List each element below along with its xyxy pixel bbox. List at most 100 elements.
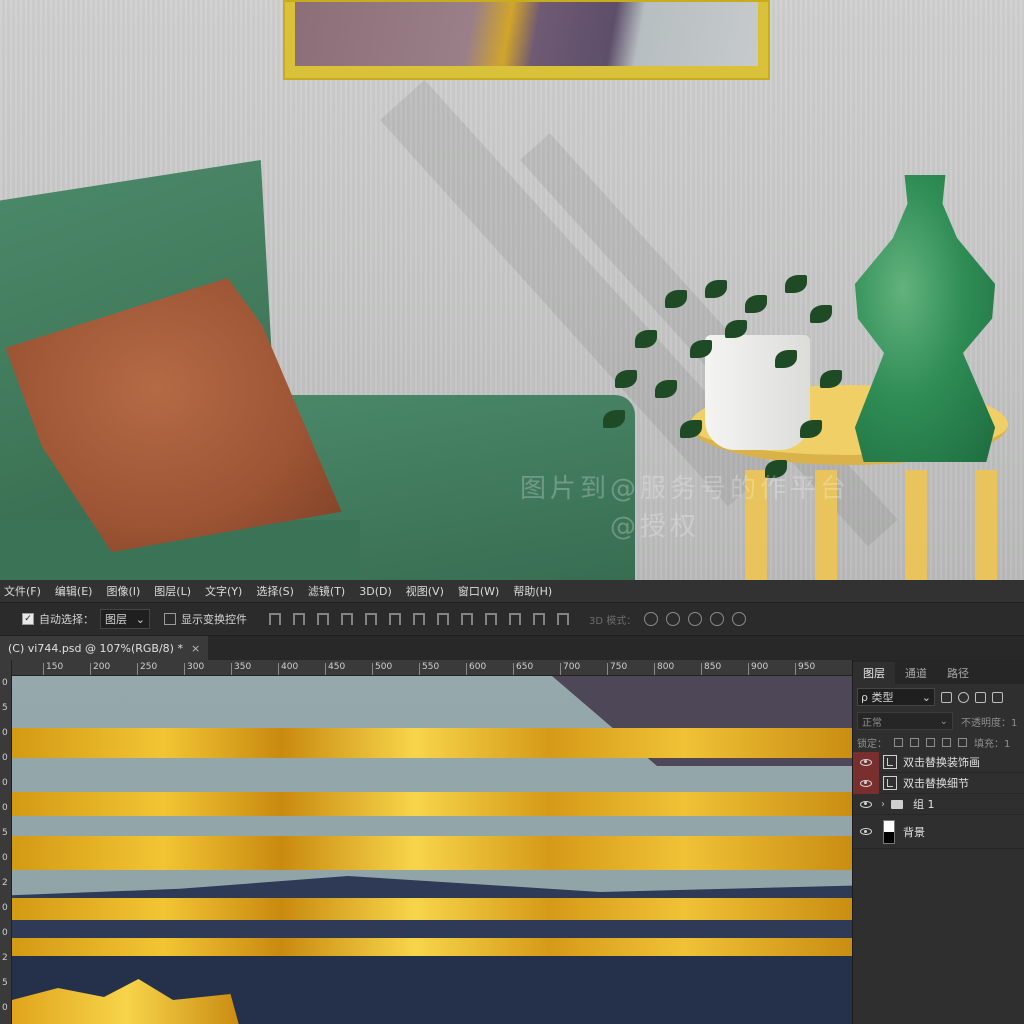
ruler-tick: [560, 663, 561, 675]
layer-row[interactable]: › 组 1: [853, 794, 1024, 815]
align-hcenter-icon[interactable]: [365, 613, 377, 625]
ruler-label: 250: [140, 662, 158, 672]
blend-row: 正常 ⌄ 不透明度：1: [853, 710, 1024, 732]
ruler-label: 600: [469, 662, 487, 672]
lock-image-icon[interactable]: [910, 737, 919, 747]
ruler-label: 850: [704, 662, 722, 672]
chevron-down-icon: ⌄: [135, 612, 145, 626]
ruler-label: 350: [234, 662, 252, 672]
menu-image[interactable]: 图像(I): [106, 583, 140, 599]
document-tab[interactable]: (C) vi744.psd @ 107%(RGB/8) * ×: [0, 636, 209, 660]
lock-artboard-icon[interactable]: [942, 737, 951, 747]
layers-panel: 图层 通道 路径 ρ 类型 ⌄ 正常 ⌄ 不透明度：1 锁定： 填充：1 双击替…: [852, 660, 1024, 1024]
show-transform-checkbox[interactable]: [164, 613, 176, 625]
layer-name: 双击替换装饰画: [903, 756, 980, 769]
ruler-tick: [43, 663, 44, 675]
ruler-label: 300: [187, 662, 205, 672]
document-canvas[interactable]: [12, 676, 852, 1024]
scale-3d-icon[interactable]: [732, 612, 747, 626]
lock-position-icon[interactable]: [926, 737, 935, 747]
auto-select-label: 自动选择：: [39, 613, 94, 626]
distribute-bottom-icon[interactable]: [461, 613, 473, 625]
lock-row: 锁定： 填充：1: [853, 732, 1024, 752]
menu-file[interactable]: 文件(F): [4, 583, 41, 599]
lock-transparency-icon[interactable]: [894, 737, 903, 747]
vertical-ruler[interactable]: 0 5 0 0 0 0 5 0 2 0 0 2 5 0: [0, 660, 12, 1024]
auto-select-checkbox[interactable]: ✓: [22, 613, 34, 625]
align-left-icon[interactable]: [341, 613, 353, 625]
watermark-line: 图片到@服务号的作平台: [520, 474, 851, 504]
layer-name: 背景: [903, 825, 925, 839]
horizontal-ruler[interactable]: 150 200 250 300 350 400 450 500 550 600 650 700 750 8…: [12, 660, 852, 676]
ruler-label: 0: [2, 928, 8, 938]
adjustment-filter-icon[interactable]: [958, 691, 969, 703]
fill-label[interactable]: 填充：1: [974, 735, 1010, 750]
chevron-down-icon: ⌄: [921, 690, 931, 704]
chevron-right-icon[interactable]: ›: [881, 799, 885, 810]
auto-select-value: 图层: [105, 613, 127, 626]
ruler-tick: [466, 663, 467, 675]
pan-3d-icon[interactable]: [688, 612, 703, 626]
roll-3d-icon[interactable]: [666, 612, 681, 626]
picture-frame: [283, 0, 770, 80]
layer-filter-dropdown[interactable]: ρ 类型 ⌄: [857, 688, 935, 706]
ruler-label: 200: [93, 662, 111, 672]
tab-paths[interactable]: 路径: [937, 662, 979, 684]
layer-row[interactable]: 双击替换装饰画: [853, 751, 1024, 773]
align-vcenter-icon[interactable]: [293, 613, 305, 625]
menu-3d[interactable]: 3D(D): [359, 585, 392, 598]
menu-type[interactable]: 文字(Y): [205, 583, 242, 599]
close-icon[interactable]: ×: [191, 642, 200, 655]
orbit-3d-icon[interactable]: [644, 612, 659, 626]
blend-mode-dropdown[interactable]: 正常 ⌄: [857, 712, 953, 730]
distribute-vcenter-icon[interactable]: [437, 613, 449, 625]
distribute-top-icon[interactable]: [413, 613, 425, 625]
tab-layers[interactable]: 图层: [853, 662, 895, 684]
ruler-label: 700: [563, 662, 581, 672]
menu-edit[interactable]: 编辑(E): [55, 583, 93, 599]
ruler-label: 0: [2, 678, 8, 688]
distribute-right-icon[interactable]: [533, 613, 545, 625]
ruler-tick: [231, 663, 232, 675]
lock-label: 锁定：: [857, 738, 887, 750]
menu-window[interactable]: 窗口(W): [458, 583, 499, 599]
menu-help[interactable]: 帮助(H): [513, 583, 552, 599]
ruler-label: 5: [2, 978, 8, 988]
menu-view[interactable]: 视图(V): [406, 583, 444, 599]
visibility-toggle[interactable]: [853, 821, 879, 842]
eye-icon: [860, 828, 872, 835]
ruler-label: 900: [751, 662, 769, 672]
type-filter-icon[interactable]: [975, 691, 986, 703]
align-tools: [269, 613, 569, 625]
ruler-label: 750: [610, 662, 628, 672]
opacity-label[interactable]: 不透明度：1: [961, 714, 1017, 729]
slide-3d-icon[interactable]: [710, 612, 725, 626]
distribute-hcenter-icon[interactable]: [509, 613, 521, 625]
layer-name: 双击替换细节: [903, 777, 969, 790]
tab-channels[interactable]: 通道: [895, 662, 937, 684]
auto-select-dropdown[interactable]: 图层 ⌄: [100, 609, 150, 629]
ruler-label: 500: [375, 662, 393, 672]
ruler-tick: [90, 663, 91, 675]
menu-layer[interactable]: 图层(L): [154, 583, 191, 599]
layer-row[interactable]: 背景: [853, 815, 1024, 849]
layer-row[interactable]: 双击替换细节: [853, 772, 1024, 794]
ruler-label: 0: [2, 778, 8, 788]
align-right-icon[interactable]: [389, 613, 401, 625]
ruler-label: 0: [2, 753, 8, 763]
menu-select[interactable]: 选择(S): [256, 583, 294, 599]
menu-filter[interactable]: 滤镜(T): [308, 583, 345, 599]
visibility-toggle[interactable]: [853, 772, 879, 794]
lock-all-icon[interactable]: [958, 737, 967, 747]
image-filter-icon[interactable]: [941, 691, 952, 703]
mockup-preview: 图片到@服务号的作平台 @授权: [0, 0, 1024, 580]
align-top-icon[interactable]: [269, 613, 281, 625]
auto-align-icon[interactable]: [557, 613, 569, 625]
align-bottom-icon[interactable]: [317, 613, 329, 625]
shape-filter-icon[interactable]: [992, 691, 1003, 703]
distribute-left-icon[interactable]: [485, 613, 497, 625]
visibility-toggle[interactable]: [853, 751, 879, 773]
layer-name: 组 1: [913, 798, 935, 811]
visibility-toggle[interactable]: [853, 794, 879, 815]
eye-icon: [860, 800, 872, 808]
